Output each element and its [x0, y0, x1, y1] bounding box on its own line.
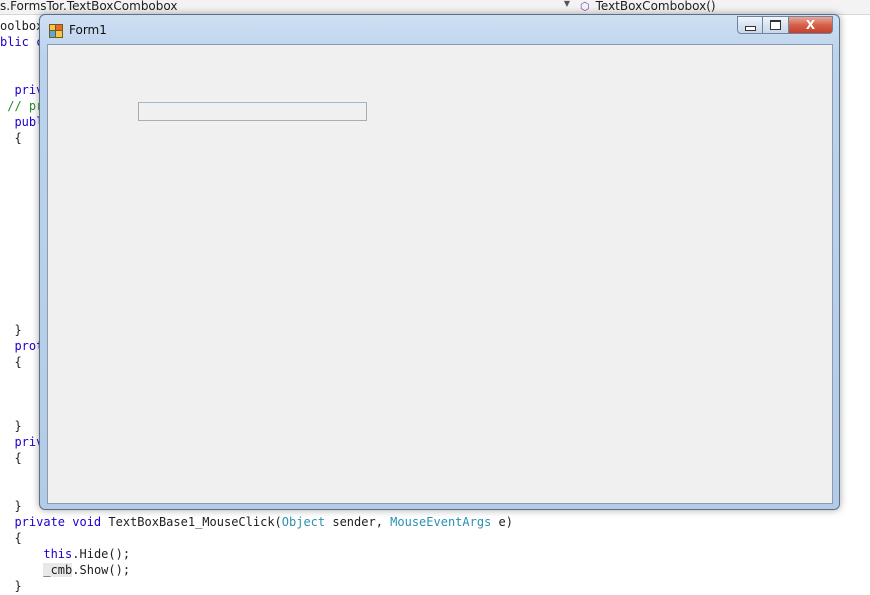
code-token: { [0, 131, 22, 145]
code-token: oolbox [0, 19, 44, 33]
code-token: priv [0, 435, 44, 449]
code-line: oolbox [0, 18, 43, 34]
code-line: { [0, 354, 22, 370]
close-icon: X [805, 18, 816, 32]
code-token: private void [0, 515, 109, 529]
code-token: { [0, 531, 22, 545]
maximize-icon [770, 20, 781, 30]
code-token: { [0, 451, 22, 465]
code-token: e) [491, 515, 513, 529]
minimize-button[interactable] [737, 16, 763, 34]
code-line: priv [0, 434, 43, 450]
minimize-icon [744, 25, 756, 31]
text-input[interactable] [138, 102, 367, 121]
code-token: { [0, 355, 22, 369]
code-token: .Show(); [72, 563, 131, 577]
code-token: blic c [0, 35, 44, 49]
code-line: } [0, 418, 22, 434]
code-line: } [0, 578, 22, 594]
form-app-icon[interactable] [49, 24, 63, 38]
code-token: priv [0, 83, 44, 97]
maximize-button[interactable] [763, 16, 789, 34]
code-token: TextBoxBase1_MouseClick( [108, 515, 282, 529]
code-token: // pr [0, 99, 44, 113]
code-token: _cmb [43, 563, 73, 577]
code-line: { [0, 130, 22, 146]
window-title: Form1 [69, 23, 107, 37]
close-button[interactable]: X [789, 16, 833, 34]
code-token: this [43, 547, 73, 561]
code-token: publ [0, 115, 44, 129]
code-token: } [0, 323, 22, 337]
code-token: prot [0, 339, 44, 353]
code-token: sender, [325, 515, 391, 529]
code-line: } [0, 322, 22, 338]
code-token: } [0, 499, 22, 513]
code-token: } [0, 419, 22, 433]
code-line: { [0, 450, 22, 466]
form-client-area [47, 44, 833, 504]
code-line: } [0, 498, 22, 514]
code-token: MouseEventArgs [390, 515, 492, 529]
code-line: this.Hide(); [0, 546, 130, 562]
form1-window[interactable]: Form1 X [39, 14, 840, 510]
code-token: Object [281, 515, 326, 529]
code-line: blic c [0, 34, 43, 50]
code-line: prot [0, 338, 43, 354]
code-line: // pr [0, 98, 43, 114]
code-line: publ [0, 114, 43, 130]
code-line: { [0, 530, 22, 546]
window-titlebar[interactable]: Form1 X [40, 15, 839, 45]
code-line: priv [0, 82, 43, 98]
code-token: } [0, 579, 22, 593]
code-line: private void TextBoxBase1_MouseClick(Obj… [0, 514, 513, 530]
code-line: _cmb.Show(); [0, 562, 130, 578]
code-token: .Hide(); [72, 547, 131, 561]
caption-buttons: X [737, 16, 833, 35]
